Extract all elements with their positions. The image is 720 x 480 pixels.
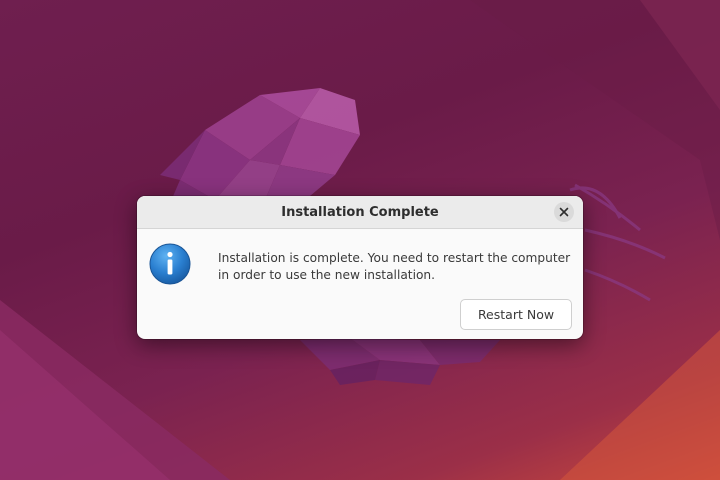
dialog-message: Installation is complete. You need to re… — [218, 251, 571, 282]
dialog-title: Installation Complete — [281, 204, 439, 220]
installation-complete-dialog: Installation Complete Installation is co… — [137, 196, 583, 339]
info-icon — [149, 243, 191, 285]
restart-now-button[interactable]: Restart Now — [460, 299, 572, 330]
dialog-titlebar[interactable]: Installation Complete — [137, 196, 583, 229]
close-button[interactable] — [554, 202, 574, 222]
close-icon — [559, 207, 569, 217]
dialog-body: Installation is complete. You need to re… — [137, 229, 583, 339]
desktop: Installation Complete Installation is co… — [0, 0, 720, 480]
